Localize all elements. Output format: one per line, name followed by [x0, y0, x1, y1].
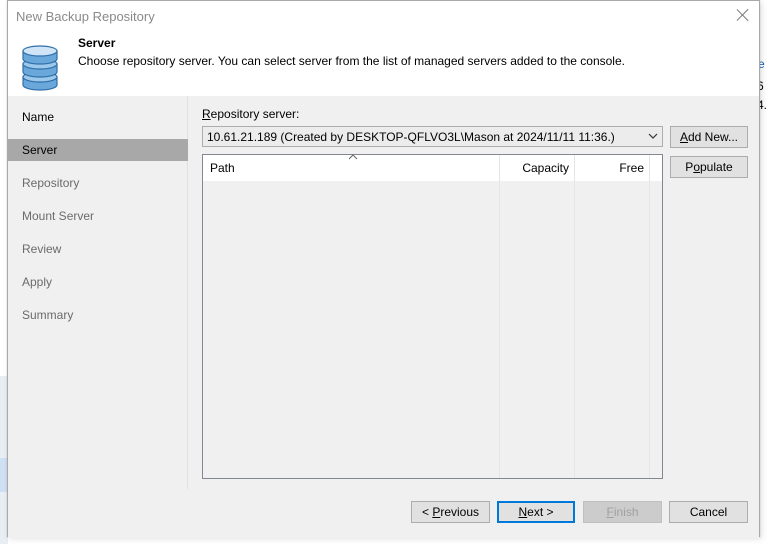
- wizard-footer: < Previous Next > Finish Cancel: [8, 489, 759, 538]
- title-bar: New Backup Repository: [8, 1, 759, 33]
- step-description: Choose repository server. You can select…: [78, 54, 625, 68]
- button-text: inish: [613, 505, 639, 519]
- nav-item-repository[interactable]: Repository: [8, 172, 188, 194]
- button-text: revious: [440, 505, 480, 519]
- button-text: pulate: [700, 160, 733, 174]
- wizard-body: Name Server Repository Mount Server Revi…: [8, 96, 759, 538]
- button-text: ext >: [527, 505, 554, 519]
- cancel-button[interactable]: Cancel: [669, 501, 748, 523]
- button-text: <: [421, 505, 433, 519]
- nav-item-name[interactable]: Name: [8, 106, 188, 128]
- label-hotkey: R: [202, 107, 211, 121]
- next-button[interactable]: Next >: [497, 501, 575, 523]
- close-icon[interactable]: [735, 7, 751, 23]
- server-paths-table[interactable]: Path Capacity Free: [202, 154, 663, 479]
- database-icon: [22, 45, 58, 91]
- add-new-button[interactable]: Add New...: [670, 126, 748, 148]
- previous-button[interactable]: < Previous: [411, 501, 490, 523]
- finish-button[interactable]: Finish: [583, 501, 662, 523]
- wizard-header: Server Choose repository server. You can…: [8, 33, 759, 96]
- server-step-content: Repository server: 10.61.21.189 (Created…: [189, 96, 759, 489]
- nav-item-apply[interactable]: Apply: [8, 271, 188, 293]
- repository-server-label: Repository server:: [202, 107, 299, 121]
- button-hotkey: N: [518, 505, 528, 519]
- nav-item-server[interactable]: Server: [8, 139, 188, 161]
- nav-item-review[interactable]: Review: [8, 238, 188, 260]
- column-header-free[interactable]: Free: [619, 161, 644, 175]
- column-header-path[interactable]: Path: [210, 161, 235, 175]
- column-header-capacity[interactable]: Capacity: [522, 161, 569, 175]
- new-backup-repository-dialog: New Backup Repository Server Choose repo…: [7, 0, 760, 538]
- column-path[interactable]: Path: [203, 155, 500, 478]
- button-hotkey: F: [606, 505, 614, 519]
- dialog-title: New Backup Repository: [16, 9, 155, 24]
- wizard-steps-nav: Name Server Repository Mount Server Revi…: [8, 96, 188, 489]
- repository-server-select[interactable]: 10.61.21.189 (Created by DESKTOP-QFLVO3L…: [202, 126, 663, 147]
- column-free[interactable]: Free: [575, 155, 650, 478]
- repository-server-value: 10.61.21.189 (Created by DESKTOP-QFLVO3L…: [207, 130, 615, 144]
- button-hotkey: A: [679, 130, 688, 144]
- button-text: dd New...: [687, 130, 739, 144]
- column-capacity[interactable]: Capacity: [500, 155, 575, 478]
- nav-item-mount-server[interactable]: Mount Server: [8, 205, 188, 227]
- populate-button[interactable]: Populate: [670, 156, 748, 178]
- nav-item-summary[interactable]: Summary: [8, 304, 188, 326]
- step-title: Server: [78, 36, 116, 50]
- label-text: epository server:: [210, 107, 300, 121]
- chevron-down-icon: [648, 133, 658, 139]
- button-hotkey: o: [693, 160, 700, 174]
